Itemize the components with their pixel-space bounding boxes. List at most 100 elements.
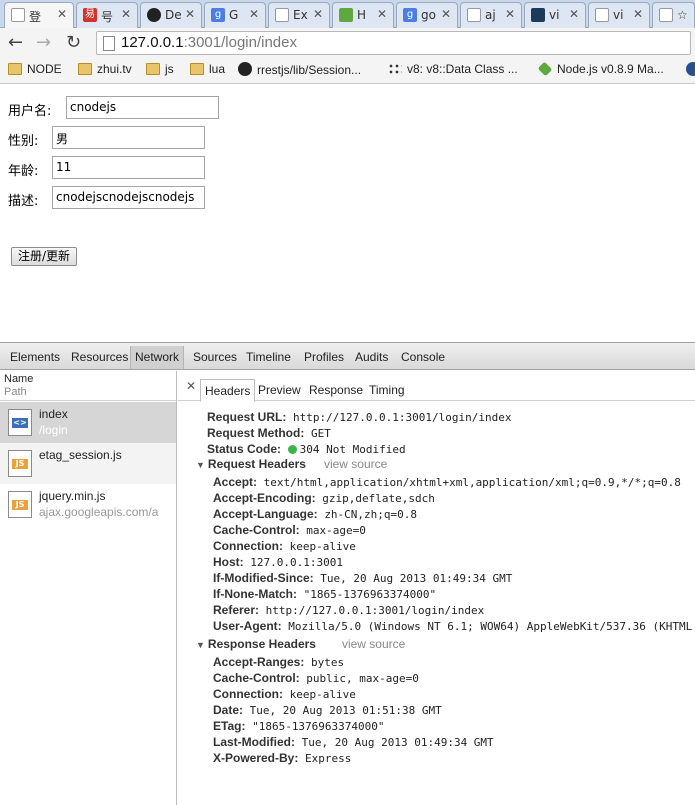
browser-tab[interactable]: g go ✕ — [396, 2, 458, 28]
browser-tab[interactable]: 登 ✕ — [4, 2, 74, 29]
gender-input[interactable]: 男 — [52, 126, 205, 149]
tab-title: ☆ — [677, 8, 688, 22]
header-value: Tue, 20 Aug 2013 01:51:38 GMT — [249, 704, 442, 717]
request-row-jquery[interactable]: JS jquery.min.js ajax.googleapis.com/a — [0, 484, 176, 525]
view-source-link[interactable]: view source — [342, 637, 405, 651]
username-input[interactable]: cnodejs — [66, 96, 219, 119]
header-key: Accept-Ranges: — [213, 655, 305, 669]
response-headers-section[interactable]: ▼ Response Headers view source — [196, 637, 405, 651]
js-file-icon: JS — [8, 491, 32, 518]
header-value: GET — [310, 427, 331, 440]
reload-icon[interactable]: ↻ — [66, 32, 81, 53]
browser-tab[interactable]: De ✕ — [140, 2, 202, 28]
close-tab-icon[interactable]: ✕ — [633, 7, 643, 21]
page-icon — [595, 8, 609, 22]
description-input[interactable]: cnodejscnodejscnodejs — [52, 186, 205, 209]
bookmark-nodejs[interactable]: Node.js v0.8.9 Ma... — [537, 61, 664, 80]
header-value: public, max-age=0 — [306, 672, 419, 685]
browser-tab[interactable]: vi ✕ — [524, 2, 586, 28]
header-key: Accept-Encoding: — [213, 491, 316, 505]
browser-tab[interactable]: Ex ✕ — [268, 2, 330, 28]
url-path: :3001/login/index — [183, 34, 297, 51]
close-tab-icon[interactable]: ✕ — [249, 7, 259, 21]
request-headers-section[interactable]: ▼ Request Headers view source — [196, 457, 387, 471]
tab-headers[interactable]: Headers — [200, 379, 256, 402]
bookmark-globe[interactable] — [686, 62, 695, 80]
view-source-link[interactable]: view source — [324, 457, 387, 471]
request-method-line: Request Method: GET — [207, 426, 331, 440]
bookmark-folder-js[interactable]: js — [146, 62, 174, 80]
close-icon[interactable]: ✕ — [186, 379, 196, 393]
request-name: jquery.min.js — [39, 489, 106, 503]
page-icon — [11, 8, 25, 22]
html-file-icon: <> — [8, 409, 32, 436]
tab-timeline[interactable]: Timeline — [246, 350, 291, 364]
close-tab-icon[interactable]: ✕ — [313, 7, 323, 21]
bookmarks-bar: NODE zhui.tv js lua rrestjs/lib/Session.… — [0, 58, 695, 84]
close-tab-icon[interactable]: ✕ — [441, 7, 451, 21]
register-update-button[interactable]: 注册/更新 — [11, 247, 78, 266]
age-input[interactable]: 11 — [52, 156, 205, 179]
close-tab-icon[interactable]: ✕ — [121, 7, 131, 21]
header-line: Accept-Encoding: gzip,deflate,sdch — [213, 491, 435, 505]
address-bar[interactable]: 127.0.0.1:3001/login/index — [96, 31, 691, 55]
bookmark-folder-node[interactable]: NODE — [8, 62, 62, 80]
tab-title: go — [421, 8, 436, 22]
header-value: Express — [304, 752, 352, 765]
header-line: If-Modified-Since: Tue, 20 Aug 2013 01:4… — [213, 571, 512, 585]
bookmark-v8[interactable]: v8: v8::Data Class ... — [388, 62, 518, 80]
browser-tab-strip: 登 ✕ 易 号 ✕ De ✕ g G ✕ Ex ✕ H ✕ g go ✕ aj … — [0, 0, 695, 29]
request-row-etag-session[interactable]: JS etag_session.js — [0, 443, 176, 484]
request-list-header[interactable]: Name Path — [0, 371, 176, 401]
bookmark-folder-zhuitv[interactable]: zhui.tv — [78, 62, 132, 80]
browser-tab[interactable]: H ✕ — [332, 2, 394, 28]
close-tab-icon[interactable]: ✕ — [57, 7, 67, 21]
header-value: http://127.0.0.1:3001/login/index — [265, 604, 485, 617]
header-line: Date: Tue, 20 Aug 2013 01:51:38 GMT — [213, 703, 442, 717]
tab-timing[interactable]: Timing — [369, 383, 405, 397]
browser-tab[interactable]: vi ✕ — [588, 2, 650, 28]
header-value: Mozilla/5.0 (Windows NT 6.1; WOW64) Appl… — [288, 620, 693, 633]
browser-tab[interactable]: ☆ — [652, 2, 695, 28]
header-key: If-None-Match: — [213, 587, 297, 601]
request-row-index[interactable]: <> index /login — [0, 402, 176, 443]
tab-title: De — [165, 8, 182, 22]
column-name: Name — [4, 373, 34, 385]
tab-console[interactable]: Console — [401, 350, 445, 364]
header-line: User-Agent: Mozilla/5.0 (Windows NT 6.1;… — [213, 619, 692, 633]
network-request-list: Name Path <> index /login JS etag_sessio… — [0, 371, 177, 805]
tab-resources[interactable]: Resources — [71, 350, 128, 364]
browser-tab[interactable]: g G ✕ — [204, 2, 266, 28]
folder-icon — [146, 63, 160, 75]
triangle-down-icon: ▼ — [196, 640, 205, 650]
username-label: 用户名: — [8, 104, 52, 119]
header-value: http://127.0.0.1:3001/login/index — [292, 411, 512, 424]
browser-tab[interactable]: aj ✕ — [460, 2, 522, 28]
bookmark-folder-lua[interactable]: lua — [190, 62, 225, 80]
address-url[interactable]: 127.0.0.1:3001/login/index — [121, 34, 297, 51]
tab-sources[interactable]: Sources — [193, 350, 237, 364]
close-tab-icon[interactable]: ✕ — [185, 7, 195, 21]
back-arrow-icon[interactable]: ← — [8, 32, 23, 53]
close-tab-icon[interactable]: ✕ — [377, 7, 387, 21]
close-tab-icon[interactable]: ✕ — [569, 7, 579, 21]
close-tab-icon[interactable]: ✕ — [505, 7, 515, 21]
tab-preview[interactable]: Preview — [258, 383, 301, 397]
tab-response[interactable]: Response — [309, 383, 363, 397]
header-value: gzip,deflate,sdch — [322, 492, 435, 505]
tab-profiles[interactable]: Profiles — [304, 350, 344, 364]
browser-tab[interactable]: 易 号 ✕ — [76, 2, 138, 28]
header-key: Status Code: — [207, 442, 282, 456]
forward-arrow-icon[interactable]: → — [36, 32, 51, 53]
header-key: ETag: — [213, 719, 246, 733]
header-line: Last-Modified: Tue, 20 Aug 2013 01:49:34… — [213, 735, 494, 749]
bookmark-rrestjs[interactable]: rrestjs/lib/Session... — [238, 62, 361, 80]
bookmark-label: js — [165, 62, 174, 76]
header-line: Accept-Language: zh-CN,zh;q=0.8 — [213, 507, 417, 521]
page-content: 用户名: cnodejs 性别: 男 年龄: 11 描述: cnodejscno… — [0, 85, 695, 342]
tab-elements[interactable]: Elements — [10, 350, 60, 364]
header-line: Accept: text/html,application/xhtml+xml,… — [213, 475, 681, 489]
tab-network[interactable]: Network — [130, 346, 185, 369]
header-line: If-None-Match: "1865-1376963374000" — [213, 587, 436, 601]
tab-audits[interactable]: Audits — [355, 350, 388, 364]
